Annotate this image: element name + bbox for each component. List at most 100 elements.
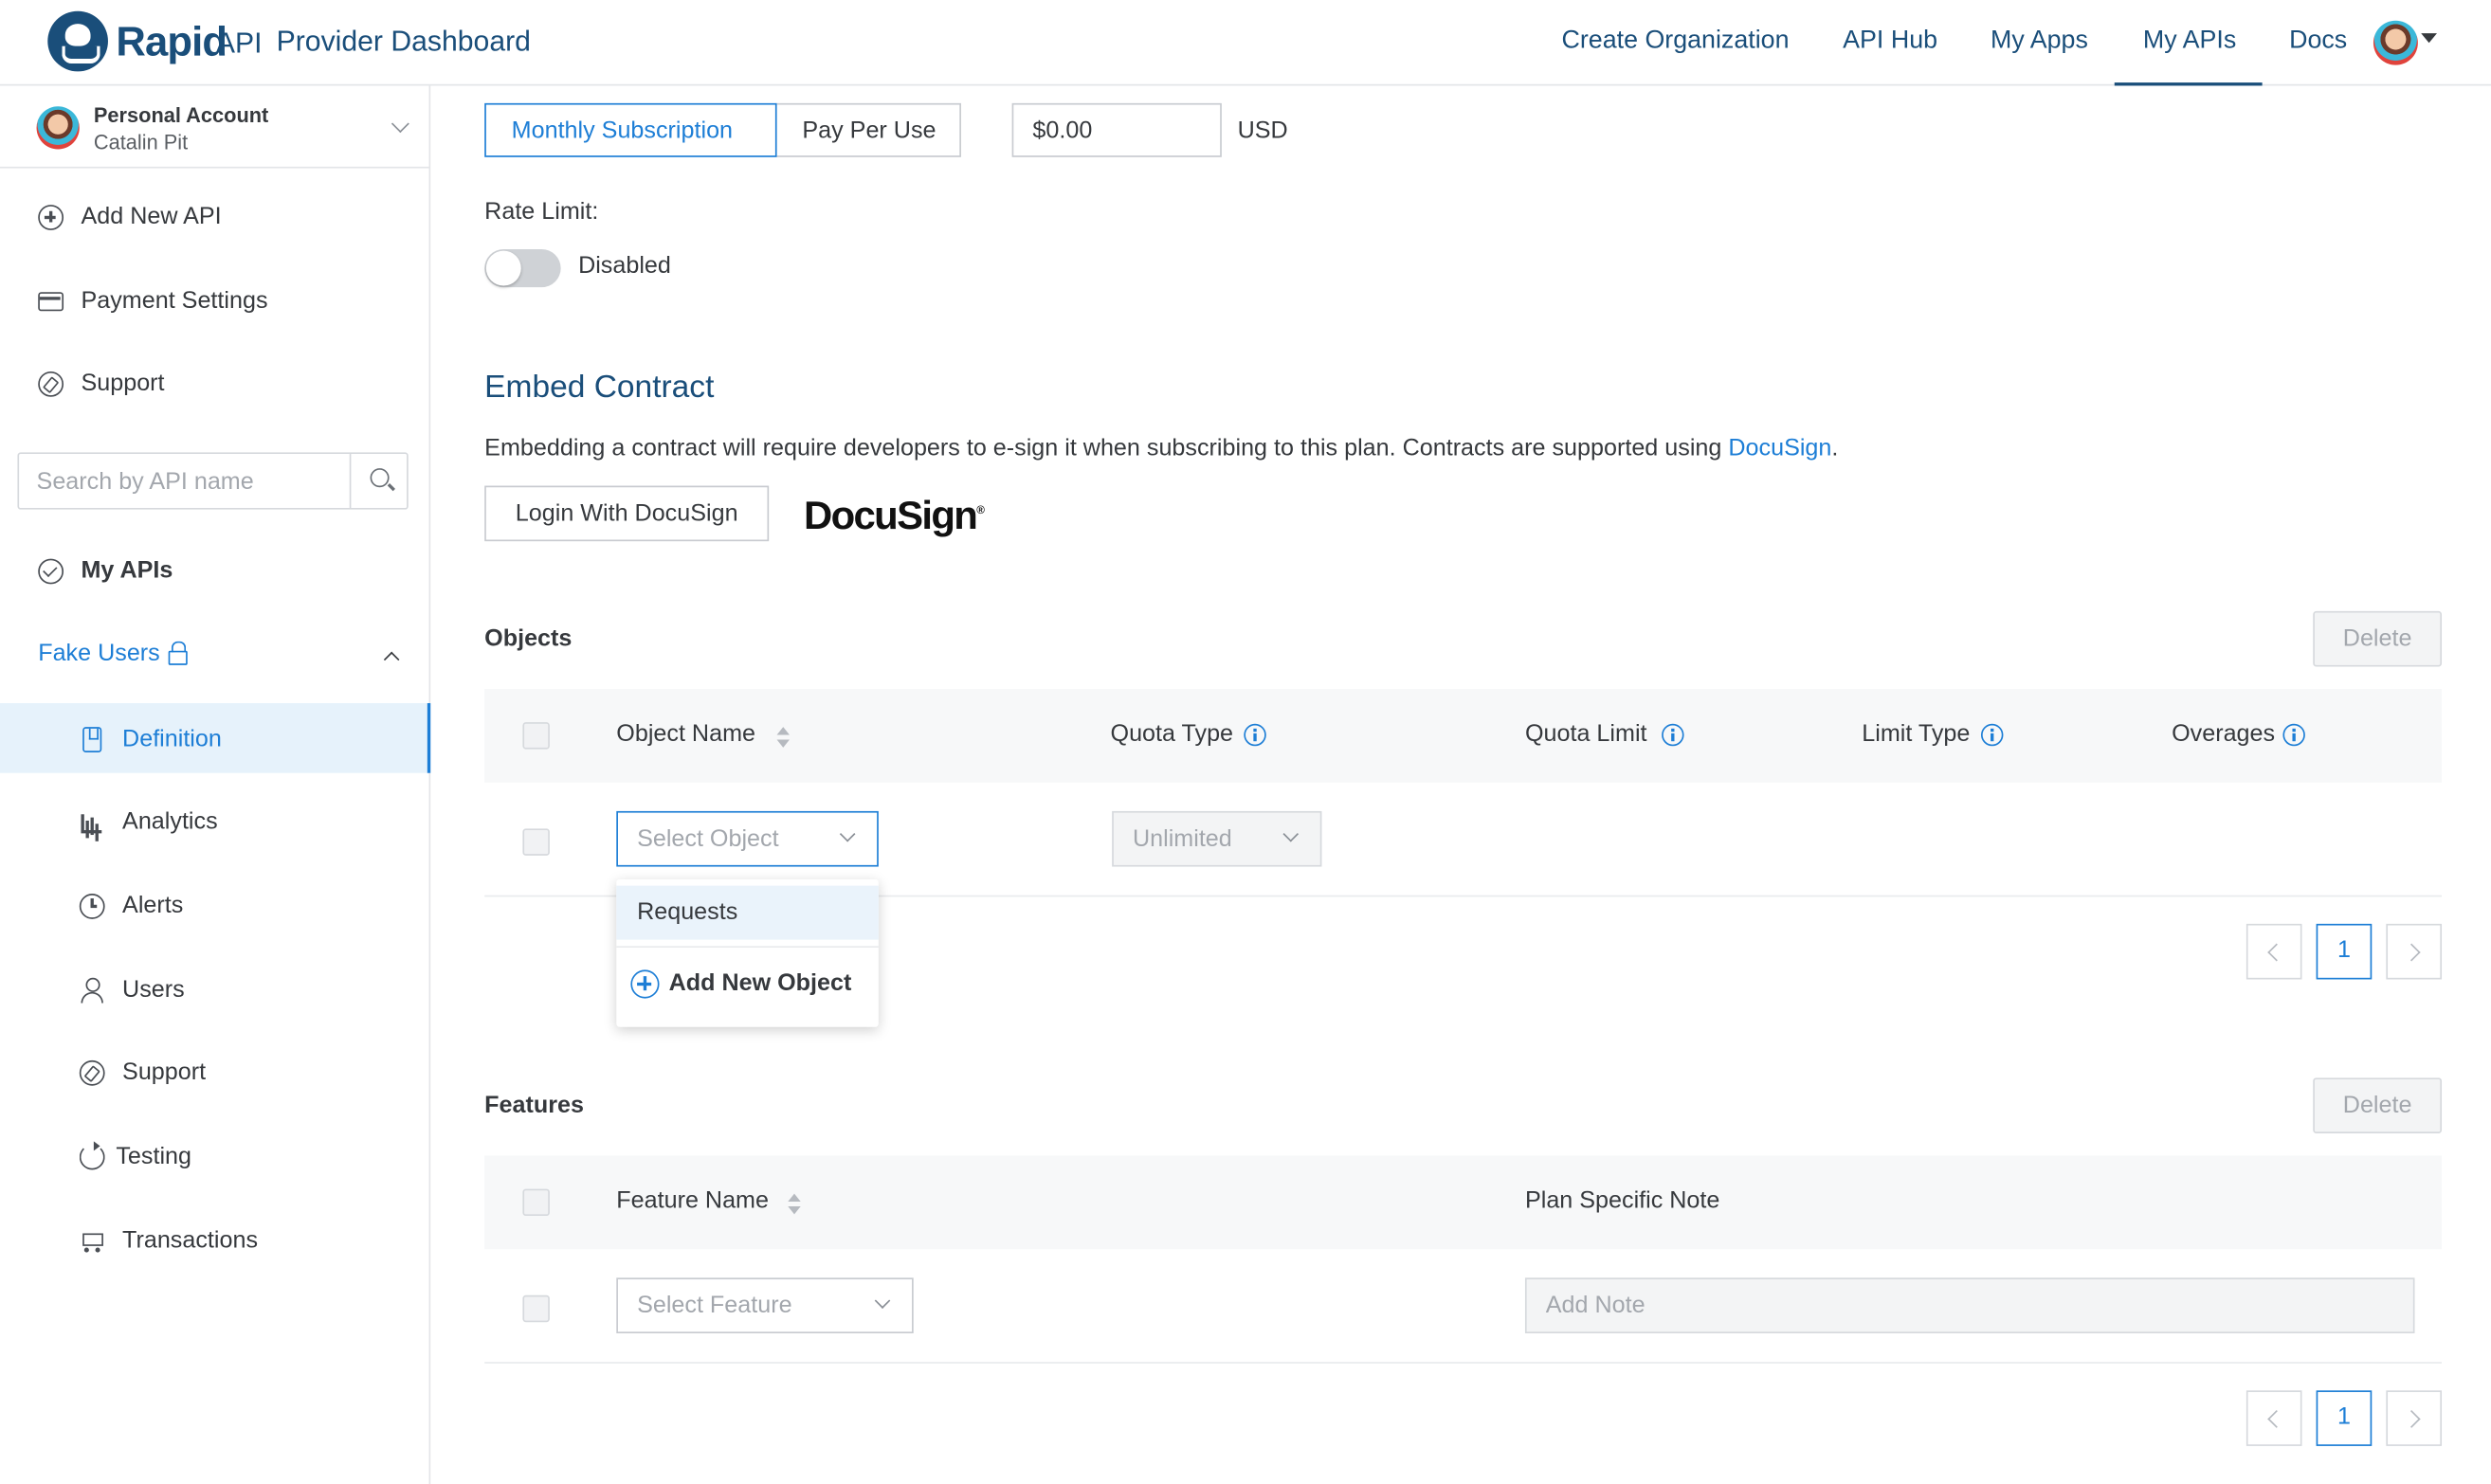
info-icon[interactable] xyxy=(1980,723,2004,747)
info-icon[interactable] xyxy=(2282,723,2305,747)
sort-icon[interactable] xyxy=(776,727,790,749)
sidebar-item-payment-settings[interactable]: Payment Settings xyxy=(0,270,429,334)
sort-icon[interactable] xyxy=(788,1193,801,1216)
add-note-input[interactable] xyxy=(1524,1277,2415,1333)
login-docusign-button[interactable]: Login With DocuSign xyxy=(484,485,770,542)
sidebar-item-label: Analytics xyxy=(122,807,218,836)
column-quota-limit: Quota Limit xyxy=(1524,720,1647,748)
add-new-object-button[interactable]: Add New Object xyxy=(616,955,879,1019)
billing-monthly-button[interactable]: Monthly Subscription xyxy=(484,102,777,157)
caret-down-icon[interactable] xyxy=(2421,33,2437,44)
price-input[interactable] xyxy=(1011,102,1222,157)
nav-create-organization[interactable]: Create Organization xyxy=(1562,27,1790,55)
column-object-name[interactable]: Object Name xyxy=(616,720,755,747)
bar-chart-icon xyxy=(80,809,105,835)
account-avatar xyxy=(36,106,80,150)
account-title: Personal Account xyxy=(93,102,269,127)
select-object-dropdown[interactable]: Select Object xyxy=(616,810,879,867)
api-search xyxy=(17,452,409,510)
nav-my-apis[interactable]: My APIs xyxy=(2143,27,2236,55)
add-new-object-label: Add New Object xyxy=(668,969,852,997)
compass-icon xyxy=(38,371,64,397)
billing-pay-per-use-button[interactable]: Pay Per Use xyxy=(774,102,961,157)
info-icon[interactable] xyxy=(1662,723,1684,747)
sidebar-item-label: Payment Settings xyxy=(81,287,268,315)
rapidapi-logo-icon[interactable] xyxy=(47,10,108,72)
sidebar-item-users[interactable]: Users xyxy=(0,959,429,1023)
sidebar: Personal Account Catalin Pit Add New API… xyxy=(0,85,431,1484)
select-all-objects-checkbox[interactable] xyxy=(522,722,550,750)
objects-next-page-button[interactable] xyxy=(2386,923,2443,980)
chevron-down-icon xyxy=(839,825,856,842)
sidebar-item-transactions[interactable]: Transactions xyxy=(0,1209,429,1273)
select-feature-dropdown[interactable]: Select Feature xyxy=(616,1277,914,1333)
sidebar-item-testing[interactable]: Testing xyxy=(0,1126,429,1189)
features-prev-page-button[interactable] xyxy=(2246,1390,2302,1446)
sidebar-item-label: Users xyxy=(122,976,185,1004)
sidebar-item-label: Testing xyxy=(116,1143,192,1170)
sidebar-item-label: Transactions xyxy=(122,1226,259,1255)
sidebar-item-label: Definition xyxy=(122,725,222,752)
sidebar-item-label: My APIs xyxy=(81,556,173,585)
row-checkbox[interactable] xyxy=(522,828,550,856)
dropdown-option-requests[interactable]: Requests xyxy=(616,885,879,940)
objects-current-page[interactable]: 1 xyxy=(2316,923,2373,980)
document-icon xyxy=(82,727,102,752)
brand-subtitle: Provider Dashboard xyxy=(276,25,531,58)
brand-name[interactable]: Rapid xyxy=(116,17,227,66)
sidebar-item-definition[interactable]: Definition xyxy=(0,708,429,771)
rate-limit-status: Disabled xyxy=(578,252,671,280)
account-switcher[interactable]: Personal Account Catalin Pit xyxy=(0,85,429,169)
api-name-link[interactable]: Fake Users xyxy=(38,640,160,666)
api-search-input[interactable] xyxy=(19,454,352,508)
select-all-features-checkbox[interactable] xyxy=(522,1188,550,1217)
object-dropdown-menu: Requests Add New Object xyxy=(616,878,879,1027)
add-circle-icon xyxy=(38,205,64,230)
features-current-page[interactable]: 1 xyxy=(2316,1390,2373,1446)
docusign-link[interactable]: DocuSign xyxy=(1728,435,1831,461)
embed-contract-title: Embed Contract xyxy=(484,370,715,406)
nav-api-hub[interactable]: API Hub xyxy=(1843,27,1937,55)
chevron-down-icon xyxy=(874,1293,891,1309)
check-circle-icon xyxy=(38,558,64,585)
search-icon[interactable] xyxy=(370,468,390,488)
main-content: Monthly Subscription Pay Per Use USD Rat… xyxy=(432,85,2491,1484)
column-feature-name[interactable]: Feature Name xyxy=(616,1187,769,1214)
objects-prev-page-button[interactable] xyxy=(2246,923,2302,980)
brand-suffix[interactable]: API xyxy=(216,27,263,60)
sidebar-item-alerts[interactable]: Alerts xyxy=(0,875,429,938)
column-quota-type: Quota Type xyxy=(1110,720,1234,748)
sidebar-item-label: Support xyxy=(122,1059,207,1086)
chevron-down-icon[interactable] xyxy=(391,115,409,134)
currency-label: USD xyxy=(1237,117,1288,145)
chevron-down-icon xyxy=(1282,825,1300,842)
column-overages: Overages xyxy=(2172,720,2276,748)
docusign-logo: DocuSign® xyxy=(804,493,985,538)
quota-type-select[interactable]: Unlimited xyxy=(1112,810,1322,867)
account-name: Catalin Pit xyxy=(93,130,189,154)
sidebar-item-add-new-api[interactable]: Add New API xyxy=(0,186,429,249)
sidebar-item-support[interactable]: Support xyxy=(0,353,429,416)
rate-limit-toggle[interactable] xyxy=(484,248,561,288)
quota-type-value: Unlimited xyxy=(1132,825,1232,853)
features-delete-button[interactable]: Delete xyxy=(2313,1077,2443,1133)
info-icon[interactable] xyxy=(1244,723,1266,747)
sidebar-item-analytics[interactable]: Analytics xyxy=(0,790,429,854)
row-checkbox[interactable] xyxy=(522,1294,550,1323)
lock-icon xyxy=(168,641,188,665)
chevron-up-icon[interactable] xyxy=(383,651,400,668)
cart-icon xyxy=(80,1228,105,1254)
features-next-page-button[interactable] xyxy=(2386,1390,2443,1446)
compass-icon xyxy=(79,1059,105,1086)
sidebar-item-support-api[interactable]: Support xyxy=(0,1041,429,1105)
nav-my-apps[interactable]: My Apps xyxy=(1991,27,2088,55)
embed-contract-description: Embedding a contract will require develo… xyxy=(484,435,1838,461)
nav-docs[interactable]: Docs xyxy=(2289,27,2347,55)
user-avatar[interactable] xyxy=(2373,20,2418,65)
objects-delete-button[interactable]: Delete xyxy=(2313,610,2443,667)
sidebar-item-my-apis[interactable]: My APIs xyxy=(0,540,429,604)
column-limit-type: Limit Type xyxy=(1862,720,1971,748)
features-table-header: Feature Name Plan Specific Note xyxy=(484,1155,2443,1250)
sidebar-item-label: Alerts xyxy=(122,892,184,919)
select-object-placeholder: Select Object xyxy=(637,825,779,853)
